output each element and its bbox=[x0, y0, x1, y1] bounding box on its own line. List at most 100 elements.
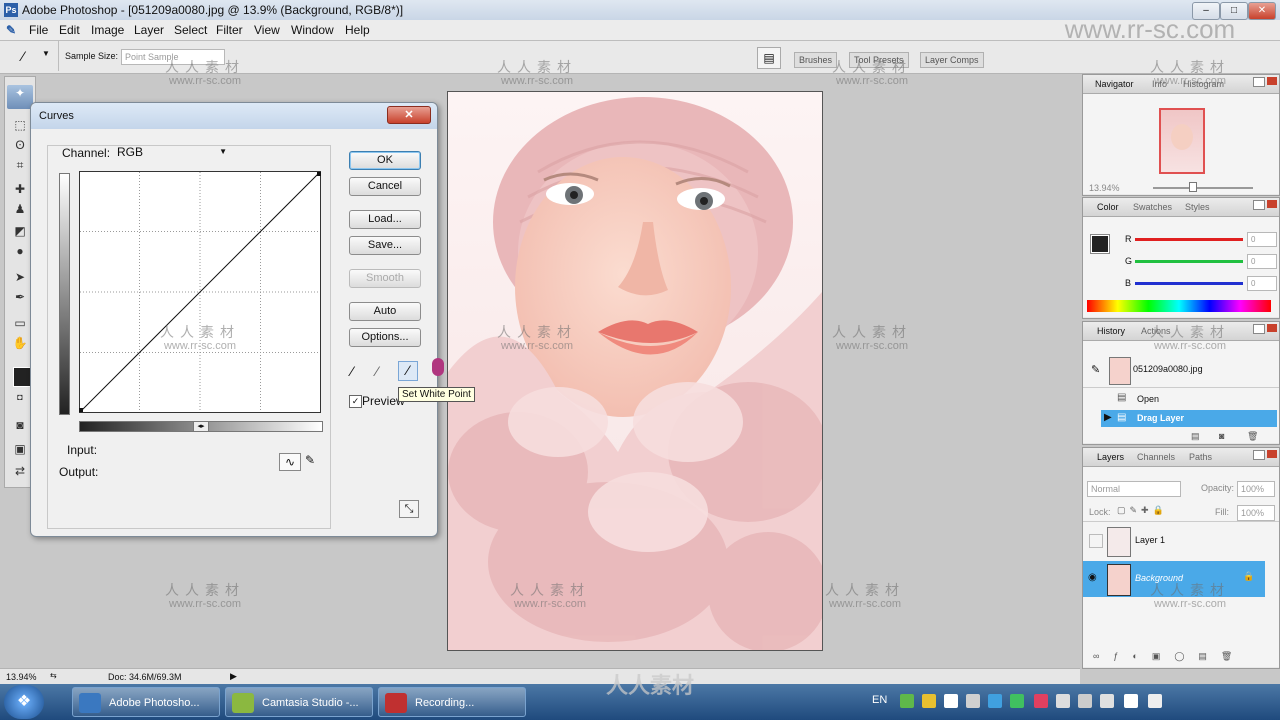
adobe-online-feather-icon[interactable]: ✦ bbox=[7, 85, 33, 109]
marquee-tool-icon[interactable]: ⬚ bbox=[12, 117, 28, 133]
tab-histogram[interactable]: Histogram bbox=[1183, 79, 1224, 89]
language-indicator[interactable]: EN bbox=[872, 694, 887, 706]
crop-tool-icon[interactable]: ⌗ bbox=[12, 157, 28, 173]
tool-preset-chevron-icon[interactable]: ▼ bbox=[42, 49, 50, 58]
b-value-input[interactable]: 0 bbox=[1247, 276, 1277, 291]
white-point-eyedropper-icon[interactable]: ⁄ bbox=[398, 361, 418, 381]
image-canvas[interactable] bbox=[447, 91, 823, 651]
auto-button[interactable]: Auto bbox=[349, 302, 421, 321]
layer-action-icons[interactable]: ∞ƒ◐▣◯▤🗑 bbox=[1093, 651, 1246, 662]
tray-sync-icon[interactable] bbox=[1078, 694, 1092, 708]
tray-check-icon[interactable] bbox=[900, 694, 914, 708]
tab-actions[interactable]: Actions bbox=[1141, 326, 1171, 336]
healing-brush-icon[interactable]: ✚ bbox=[12, 181, 28, 197]
g-slider[interactable] bbox=[1135, 260, 1243, 263]
gradient-toggle-icon[interactable]: ◂▸ bbox=[193, 421, 209, 432]
gray-point-eyedropper-icon[interactable]: ⁄ bbox=[376, 363, 378, 379]
screen-mode-icon[interactable]: ▣ bbox=[12, 441, 28, 457]
history-item-drag-layer-row[interactable]: ▶ ▤ Drag Layer bbox=[1101, 410, 1277, 427]
tray-notes-icon[interactable] bbox=[922, 694, 936, 708]
tray-windows-icon[interactable] bbox=[944, 694, 958, 708]
close-window-button[interactable]: ✕ bbox=[1248, 2, 1276, 20]
minimize-button[interactable]: – bbox=[1192, 2, 1220, 20]
panel-minimize-icon[interactable] bbox=[1253, 324, 1265, 334]
default-colors-icon[interactable]: ◘ bbox=[12, 389, 28, 405]
blend-mode-select[interactable]: Normal bbox=[1087, 481, 1181, 497]
panel-minimize-icon[interactable] bbox=[1253, 450, 1265, 460]
panel-minimize-icon[interactable] bbox=[1253, 77, 1265, 87]
smooth-button[interactable]: Smooth bbox=[349, 269, 421, 288]
tray-flag-icon[interactable] bbox=[1100, 694, 1114, 708]
black-point-eyedropper-icon[interactable]: ⁄ bbox=[351, 363, 353, 379]
menu-select[interactable]: Select bbox=[174, 23, 207, 37]
fill-input[interactable]: 100% bbox=[1237, 505, 1275, 521]
maximize-button[interactable]: □ bbox=[1220, 2, 1248, 20]
menu-window[interactable]: Window bbox=[291, 23, 334, 37]
expand-dialog-icon[interactable]: ⤡ bbox=[399, 500, 419, 518]
sample-size-select[interactable]: Point Sample bbox=[121, 49, 225, 65]
curve-point-black[interactable] bbox=[79, 408, 83, 412]
panel-close-icon[interactable] bbox=[1267, 324, 1277, 332]
r-slider[interactable] bbox=[1135, 238, 1243, 241]
tab-info[interactable]: Info bbox=[1152, 79, 1167, 89]
panel-close-icon[interactable] bbox=[1267, 77, 1277, 85]
lock-icons[interactable]: ▢✎✚🔒 bbox=[1117, 505, 1168, 516]
tab-color[interactable]: Color bbox=[1097, 202, 1119, 212]
new-document-icon[interactable]: ▤ bbox=[1191, 431, 1200, 442]
menu-image[interactable]: Image bbox=[91, 23, 124, 37]
lasso-tool-icon[interactable]: ʘ bbox=[12, 137, 28, 153]
tray-device-icon[interactable] bbox=[1124, 694, 1138, 708]
visibility-toggle[interactable] bbox=[1089, 534, 1103, 548]
notes-tool-icon[interactable]: ▭ bbox=[12, 315, 28, 331]
color-ramp[interactable] bbox=[1087, 300, 1271, 312]
tray-signal-icon[interactable] bbox=[1148, 694, 1162, 708]
menu-layer[interactable]: Layer bbox=[134, 23, 164, 37]
tab-swatches[interactable]: Swatches bbox=[1133, 202, 1172, 212]
options-button[interactable]: Options... bbox=[349, 328, 421, 347]
menu-view[interactable]: View bbox=[254, 23, 280, 37]
well-tab-brushes[interactable]: Brushes bbox=[794, 52, 838, 68]
ps-menu-icon[interactable]: ✎ bbox=[6, 23, 16, 37]
eye-icon[interactable]: ◉ bbox=[1088, 572, 1097, 583]
menu-help[interactable]: Help bbox=[345, 23, 370, 37]
b-slider[interactable] bbox=[1135, 282, 1243, 285]
trash-icon[interactable]: 🗑 bbox=[1247, 431, 1258, 442]
well-tab-layer-comps[interactable]: Layer Comps bbox=[920, 52, 984, 68]
tab-channels[interactable]: Channels bbox=[1137, 452, 1175, 462]
taskbar-camtasia[interactable]: Camtasia Studio -... bbox=[225, 687, 373, 717]
menu-edit[interactable]: Edit bbox=[59, 23, 80, 37]
curves-title-bar[interactable]: Curves bbox=[31, 103, 437, 129]
navigator-zoom[interactable]: 13.94% bbox=[1089, 183, 1120, 193]
taskbar-photoshop[interactable]: Adobe Photosho... bbox=[72, 687, 220, 717]
tab-navigator[interactable]: Navigator bbox=[1095, 79, 1134, 89]
file-browser-icon[interactable]: ▤ bbox=[757, 47, 781, 69]
layer-row-background[interactable]: ◉ Background 🔒 bbox=[1083, 561, 1265, 597]
menu-file[interactable]: File bbox=[29, 23, 48, 37]
taskbar-recording[interactable]: Recording... bbox=[378, 687, 526, 717]
save-button[interactable]: Save... bbox=[349, 236, 421, 255]
r-value-input[interactable]: 0 bbox=[1247, 232, 1277, 247]
load-button[interactable]: Load... bbox=[349, 210, 421, 229]
quick-mask-icon[interactable]: ◙ bbox=[12, 417, 28, 433]
layer-row-layer-1[interactable]: Layer 1 bbox=[1083, 525, 1279, 557]
jump-to-imageready-icon[interactable]: ⇄ bbox=[12, 463, 28, 479]
status-menu-arrow-icon[interactable]: ▶ bbox=[230, 671, 237, 682]
zoom-slider[interactable] bbox=[1153, 187, 1253, 189]
tab-history[interactable]: History bbox=[1097, 326, 1125, 336]
hand-tool-icon[interactable]: ✋ bbox=[12, 335, 28, 351]
history-brush-icon[interactable]: ✎ bbox=[1091, 363, 1100, 376]
preview-checkbox[interactable]: ✓ bbox=[349, 395, 362, 408]
new-snapshot-icon[interactable]: ◙ bbox=[1219, 431, 1224, 441]
ok-button[interactable]: OK bbox=[349, 151, 421, 170]
curve-graph[interactable] bbox=[79, 171, 321, 413]
path-selection-icon[interactable]: ➤ bbox=[12, 269, 28, 285]
curves-close-button[interactable]: ✕ bbox=[387, 106, 431, 124]
blur-tool-icon[interactable]: ● bbox=[12, 243, 28, 259]
tray-settings-icon[interactable] bbox=[966, 694, 980, 708]
pen-tool-icon[interactable]: ✒ bbox=[12, 289, 28, 305]
panel-close-icon[interactable] bbox=[1267, 450, 1277, 458]
tray-chrome-icon[interactable] bbox=[988, 694, 1002, 708]
eyedropper-tool-icon[interactable]: ⁄ bbox=[22, 48, 24, 64]
zoom-slider-handle[interactable] bbox=[1189, 182, 1197, 192]
tray-network-icon[interactable] bbox=[1056, 694, 1070, 708]
